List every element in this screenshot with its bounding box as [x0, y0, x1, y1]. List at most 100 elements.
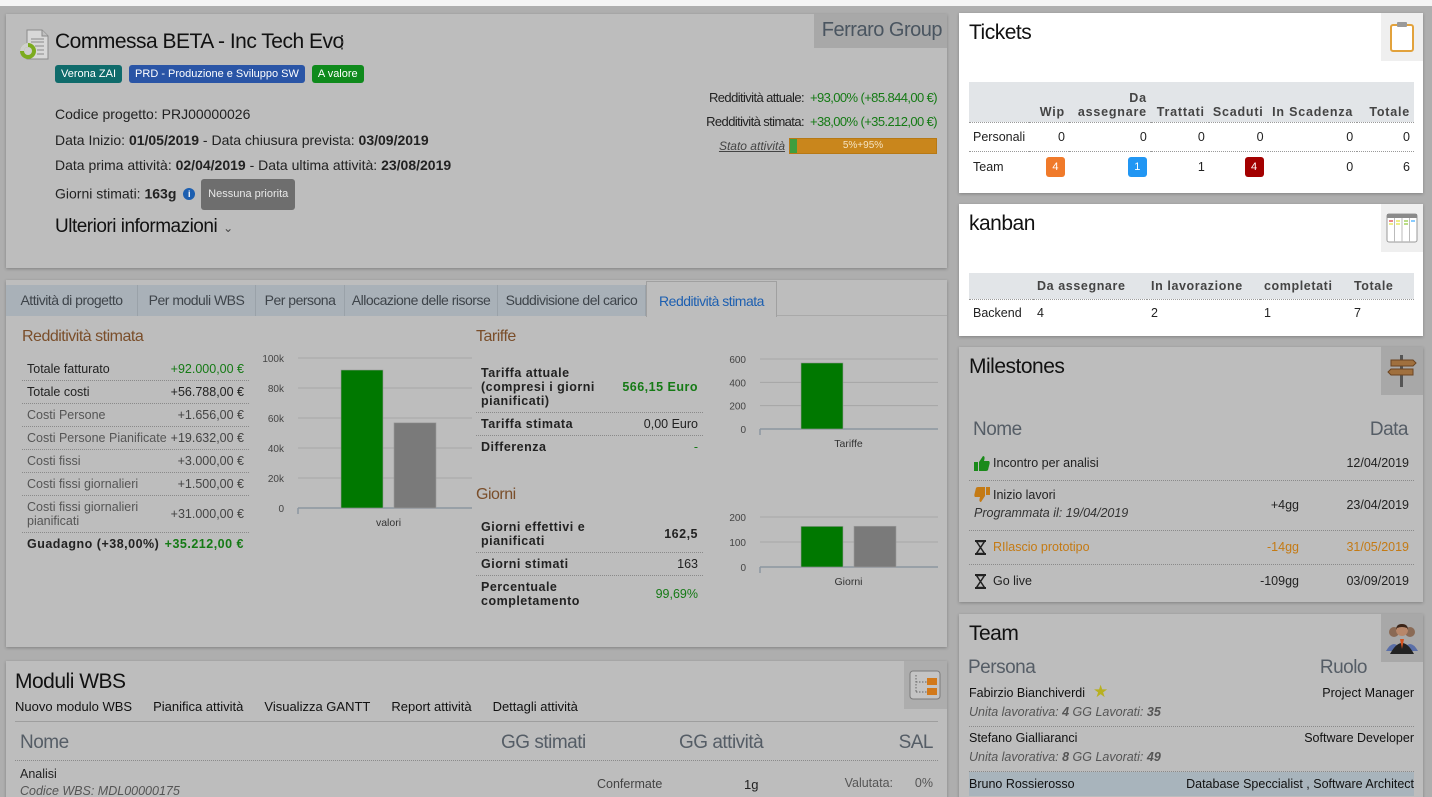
- profitability-section-title: Redditività stimata: [22, 328, 144, 345]
- tab-project-activities[interactable]: Attività di progetto: [6, 285, 138, 316]
- team-header-person: Persona: [968, 657, 1036, 678]
- kv-row: Tariffa attuale (compresi i giorni piani…: [476, 362, 703, 413]
- kv-value: 162,5: [664, 527, 698, 541]
- tickets-column-header: Totale: [1357, 82, 1414, 123]
- kanban-table: Da assegnare In lavorazione completati Tota…: [969, 273, 1414, 327]
- ticket-count-badge[interactable]: 4: [1045, 156, 1065, 177]
- profitability-chart: 0 20k 40k 60k 80k 100k valori: [262, 354, 472, 529]
- tickets-cell: 4: [1029, 151, 1069, 182]
- view-gantt-link[interactable]: Visualizza GANTT: [264, 699, 370, 714]
- thumbs-down-icon: [974, 487, 990, 505]
- tab-per-person[interactable]: Per persona: [256, 285, 345, 316]
- tickets-table: Wip Da assegnare Trattati Scaduti In Scadenz…: [969, 82, 1414, 182]
- activity-report-link[interactable]: Report attività: [391, 699, 471, 714]
- tickets-cell: 0: [1357, 122, 1414, 152]
- tickets-row-label: Personali: [969, 122, 1030, 152]
- more-options-icon[interactable]: ⋮: [333, 32, 351, 53]
- start-date-line: Data Inizio: 01/05/2019 - Data chiusura …: [55, 131, 429, 148]
- kanban-board-icon: [1386, 213, 1418, 243]
- more-info-toggle[interactable]: Ulteriori informazioni ⌄: [55, 216, 233, 238]
- kv-label: Costi fissi giornalieri: [27, 477, 139, 491]
- wbs-modules-panel: Moduli WBS Nuovo modulo WBS Pianifica at…: [6, 661, 947, 797]
- kv-row: Costi Persone +1.656,00 €: [22, 404, 249, 427]
- milestone-row[interactable]: Go live -109gg 03/09/2019: [969, 565, 1414, 599]
- rates-table: Tariffa attuale (compresi i giorni piani…: [476, 362, 703, 458]
- plan-activities-link[interactable]: Pianifica attività: [153, 699, 243, 714]
- thumbs-up-icon: [974, 456, 990, 474]
- kanban-icon-box: [1381, 204, 1423, 252]
- y-tick-label: 0: [740, 563, 746, 574]
- ticket-count-badge[interactable]: 4: [1244, 156, 1264, 177]
- info-icon[interactable]: i: [183, 188, 196, 201]
- folder-tree-icon: [909, 670, 941, 700]
- tickets-row[interactable]: Personali 0 0 0 0 0 0: [969, 122, 1414, 152]
- start-date: 01/05/2019: [128, 131, 200, 148]
- tag-location: Verona ZAI: [55, 65, 123, 83]
- tab-wbs-modules[interactable]: Per moduli WBS: [138, 285, 256, 316]
- kanban-column-header: Totale: [1350, 273, 1414, 300]
- team-member-workload: Unita lavorativa: 4 GG Lavorati: 35: [969, 705, 1161, 719]
- tickets-title: Tickets: [969, 21, 1032, 44]
- client-name: Ferraro Group: [813, 14, 947, 48]
- tickets-column-header: Da assegnare: [1068, 82, 1151, 123]
- current-profitability: Redditività attuale: +93,00% (+85.844,00 …: [709, 90, 938, 105]
- wbs-row[interactable]: Analisi Codice WBS: MDL00000175 Conferma…: [20, 767, 933, 797]
- hourglass-icon: [974, 574, 987, 592]
- milestone-delta: +4gg: [1270, 498, 1299, 512]
- ticket-count-badge[interactable]: 1: [1127, 156, 1147, 177]
- kv-label: Costi Persone Pianificate: [27, 431, 167, 445]
- tickets-cell: 0: [1068, 122, 1151, 152]
- team-member-row[interactable]: Bruno Rossierosso Database Speccialist , …: [969, 772, 1414, 796]
- kv-label: Guadagno (+38,00%): [27, 537, 160, 551]
- tab-resource-allocation[interactable]: Allocazione delle risorse: [345, 285, 498, 316]
- kv-row: Guadagno (+38,00%) +35.212,00 €: [22, 533, 249, 555]
- kanban-row[interactable]: Backend 4 2 1 7: [969, 299, 1414, 327]
- activity-status-link[interactable]: Stato attività: [719, 139, 785, 153]
- tab-estimated-profitability[interactable]: Redditività stimata: [646, 281, 777, 317]
- expected-close-date: 03/09/2019: [358, 131, 429, 148]
- team-member-row[interactable]: Stefano Gialliaranci Software Developer Un…: [969, 727, 1414, 772]
- signpost-icon: [1387, 355, 1417, 387]
- kanban-panel: kanban Da assegnare In lavorazione complet…: [959, 204, 1423, 336]
- kv-value: 566,15 Euro: [622, 380, 698, 394]
- y-tick-label: 20k: [268, 474, 285, 485]
- project-tags: Verona ZAI PRD - Produzione e Sviluppo S…: [55, 65, 364, 83]
- kv-value: -: [693, 440, 698, 454]
- bar-giorni-effettivi-e-pianificati: [800, 526, 844, 568]
- bar-totale-costi: [393, 422, 437, 509]
- team-people-icon: [1386, 624, 1418, 654]
- days-section-title: Giorni: [476, 486, 516, 503]
- wbs-header-name: Nome: [20, 732, 69, 753]
- milestone-row[interactable]: RIlascio prototipo -14gg 31/05/2019: [969, 531, 1414, 565]
- kanban-header-row: Da assegnare In lavorazione completati Tota…: [969, 273, 1414, 300]
- kv-label: Giorni stimati: [481, 557, 569, 571]
- milestones-header-name: Nome: [973, 419, 1022, 440]
- milestones-title: Milestones: [969, 355, 1065, 378]
- kanban-column-header: In lavorazione: [1147, 273, 1260, 300]
- tab-workload-split[interactable]: Suddivisione del carico: [498, 285, 646, 316]
- tickets-column-header: Scaduti: [1208, 82, 1268, 123]
- rates-section-title: Tariffe: [476, 328, 516, 345]
- team-member-row[interactable]: Fabirzio Bianchiverdi ★ Project Manager Uni…: [969, 682, 1414, 727]
- kv-row: Tariffa stimata 0,00 Euro: [476, 413, 703, 436]
- team-list: Fabirzio Bianchiverdi ★ Project Manager Uni…: [969, 682, 1414, 796]
- milestone-delta: -14gg: [1267, 540, 1299, 554]
- y-tick-label: 200: [729, 402, 746, 413]
- project-code-line: Codice progetto: PRJ00000026: [55, 106, 251, 122]
- tickets-row[interactable]: Team 4 1 1 4 0 6: [969, 151, 1414, 182]
- x-category-label: Giorni: [834, 576, 862, 588]
- tickets-column-header: Trattati: [1150, 82, 1209, 123]
- kv-row: Costi fissi giornalieri +1.500,00 €: [22, 473, 249, 496]
- milestone-row[interactable]: Inizio lavori Programmata il: 19/04/2019 +…: [969, 481, 1414, 531]
- wbs-row-sal-value: 0%: [914, 776, 933, 790]
- project-code: PRJ00000026: [161, 106, 251, 122]
- wbs-actions: Nuovo modulo WBS Pianifica attività Visu…: [15, 699, 578, 714]
- kv-label: Giorni effettivi e pianificati: [481, 520, 586, 548]
- wbs-row-gg: 1g: [744, 777, 759, 792]
- milestone-delta: -109gg: [1260, 574, 1299, 588]
- kv-row: Differenza -: [476, 436, 703, 458]
- milestone-row[interactable]: Incontro per analisi 12/04/2019: [969, 447, 1414, 481]
- new-wbs-module-link[interactable]: Nuovo modulo WBS: [15, 699, 132, 714]
- activity-details-link[interactable]: Dettagli attività: [493, 699, 578, 714]
- tickets-cell: 0: [1029, 122, 1069, 152]
